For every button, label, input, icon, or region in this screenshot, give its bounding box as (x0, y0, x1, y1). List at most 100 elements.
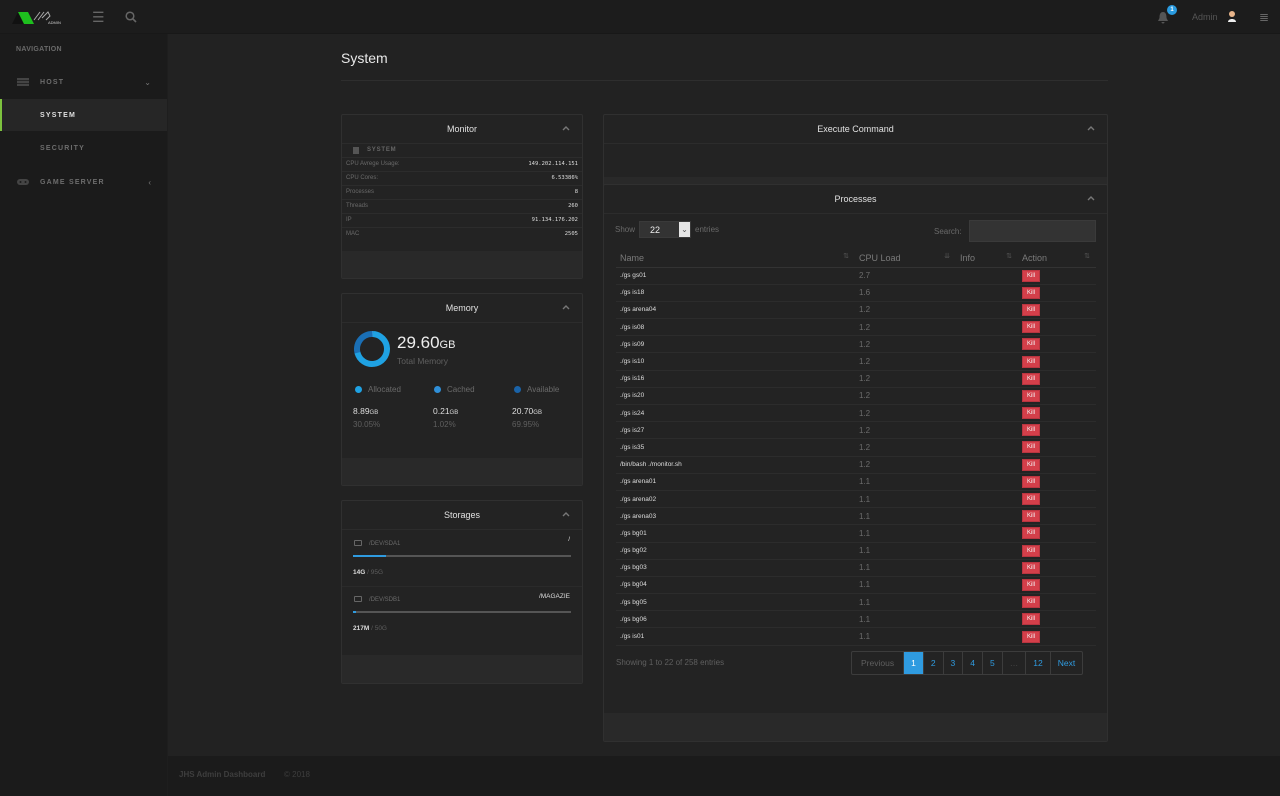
panel-title: Execute Command (817, 124, 894, 134)
database-icon (353, 147, 359, 154)
right-sidebar-toggle-icon[interactable]: ≣ (1259, 9, 1269, 25)
monitor-value: 91.134.176.202 (531, 217, 578, 223)
page-button[interactable]: 4 (962, 652, 982, 674)
kill-button[interactable]: Kill (1022, 303, 1041, 316)
logo[interactable]: ADMIN (10, 8, 70, 26)
kill-button[interactable]: Kill (1022, 561, 1041, 574)
kill-button[interactable]: Kill (1022, 269, 1041, 282)
storage-mount: /MAGAZIE (538, 593, 570, 600)
collapse-icon[interactable] (1087, 194, 1095, 202)
process-info (956, 352, 1018, 371)
page-title: System (341, 50, 388, 66)
kill-button[interactable]: Kill (1022, 441, 1041, 454)
storage-used: 14G (353, 569, 366, 576)
kill-button[interactable]: Kill (1022, 372, 1041, 385)
table-row: ./gs bg02 1.1 Kill (616, 542, 1096, 560)
monitor-key: CPU Avrege Usage: (346, 161, 400, 167)
process-name: ./gs arena02 (616, 490, 855, 509)
process-action: Kill (1018, 456, 1096, 474)
kill-button[interactable]: Kill (1022, 338, 1041, 351)
process-info (956, 267, 1018, 285)
menu-toggle-icon[interactable]: ☰ (92, 9, 105, 25)
previous-page-button[interactable]: Previous (852, 652, 903, 674)
kill-button[interactable]: Kill (1022, 578, 1041, 591)
process-cpu-load: 1.2 (855, 318, 956, 337)
sidebar-item-label: GAME SERVER (40, 178, 105, 186)
sidebar-item-security[interactable]: SECURITY (0, 132, 167, 164)
panel-footer (342, 655, 582, 683)
monitor-key: CPU Cores: (346, 175, 379, 181)
kill-button[interactable]: Kill (1022, 424, 1041, 437)
memory-panel-header: Memory (342, 294, 582, 323)
process-info (956, 559, 1018, 577)
collapse-icon[interactable] (562, 303, 570, 311)
kill-button[interactable]: Kill (1022, 458, 1041, 471)
process-name: ./gs bg02 (616, 542, 855, 560)
column-cpu-load[interactable]: CPU Load ⇊ (855, 249, 956, 268)
sort-icon: ⇅ (1084, 253, 1090, 260)
kill-button[interactable]: Kill (1022, 613, 1041, 626)
process-info (956, 318, 1018, 337)
process-name: ./gs bg03 (616, 559, 855, 577)
table-row: ./gs is18 1.6 Kill (616, 284, 1096, 302)
kill-button[interactable]: Kill (1022, 475, 1041, 488)
server-icon (17, 78, 29, 86)
notifications-button[interactable]: 1 (1157, 5, 1177, 25)
user-name[interactable]: Admin (1192, 12, 1218, 22)
page-button[interactable]: 5 (982, 652, 1002, 674)
unit: GB (533, 410, 542, 416)
sidebar-item-game-server[interactable]: GAME SERVER ‹ (0, 166, 167, 198)
entries-label: entries (695, 225, 720, 234)
kill-button[interactable]: Kill (1022, 510, 1041, 523)
title-divider (341, 80, 1108, 81)
column-action[interactable]: Action ⇅ (1018, 249, 1096, 268)
table-row: ./gs arena04 1.2 Kill (616, 301, 1096, 320)
kill-button[interactable]: Kill (1022, 407, 1041, 420)
processes-panel: Processes Show 22 ⌄ entries Search: Name… (603, 184, 1108, 742)
page-size-select[interactable]: 22 ⌄ (639, 221, 691, 238)
memory-panel: Memory 29.60GB Total Memory Allocated Ca… (341, 293, 583, 486)
page-button[interactable]: 3 (942, 652, 963, 674)
kill-button[interactable]: Kill (1022, 321, 1041, 334)
table-row: ./gs bg01 1.1 Kill (616, 524, 1096, 543)
process-action: Kill (1018, 473, 1096, 491)
column-name[interactable]: Name ⇅ (616, 249, 855, 268)
sidebar-item-host[interactable]: HOST ⌄ (0, 66, 167, 98)
kill-button[interactable]: Kill (1022, 389, 1041, 402)
table-row: ./gs is10 1.2 Kill (616, 352, 1096, 371)
table-row: ./gs gs01 2.7 Kill (616, 267, 1096, 285)
panel-title: Storages (443, 510, 481, 520)
page-size-value: 22 (650, 225, 661, 235)
search-icon[interactable] (125, 11, 137, 23)
process-action: Kill (1018, 627, 1096, 646)
collapse-icon[interactable] (562, 124, 570, 132)
table-row: ./gs is16 1.2 Kill (616, 370, 1096, 388)
column-info[interactable]: Info ⇅ (956, 249, 1018, 268)
search-input[interactable] (969, 220, 1096, 242)
collapse-icon[interactable] (1087, 124, 1095, 132)
sidebar-item-system[interactable]: SYSTEM (0, 99, 167, 131)
user-avatar[interactable] (1227, 10, 1237, 22)
page-button[interactable]: 1 (903, 652, 923, 674)
kill-button[interactable]: Kill (1022, 355, 1041, 368)
kill-button[interactable]: Kill (1022, 493, 1041, 506)
process-cpu-load: 1.1 (855, 473, 956, 491)
column-label: Info (960, 252, 976, 263)
page-button[interactable]: 12 (1025, 652, 1049, 674)
next-page-button[interactable]: Next (1049, 652, 1082, 674)
kill-button[interactable]: Kill (1022, 527, 1041, 540)
footer: JHS Admin Dashboard © 2018 (168, 756, 1280, 796)
process-cpu-load: 1.2 (855, 352, 956, 371)
kill-button[interactable]: Kill (1022, 286, 1041, 299)
kill-button[interactable]: Kill (1022, 630, 1041, 643)
collapse-icon[interactable] (562, 510, 570, 518)
process-info (956, 438, 1018, 457)
process-cpu-load: 1.1 (855, 576, 956, 595)
kill-button[interactable]: Kill (1022, 544, 1041, 557)
process-name: ./gs arena03 (616, 507, 855, 526)
table-row: ./gs is24 1.2 Kill (616, 404, 1096, 423)
table-row: ./gs bg04 1.1 Kill (616, 576, 1096, 595)
kill-button[interactable]: Kill (1022, 596, 1041, 609)
page-button[interactable]: 2 (922, 652, 943, 674)
memory-total-value: 29.60 (397, 333, 440, 352)
